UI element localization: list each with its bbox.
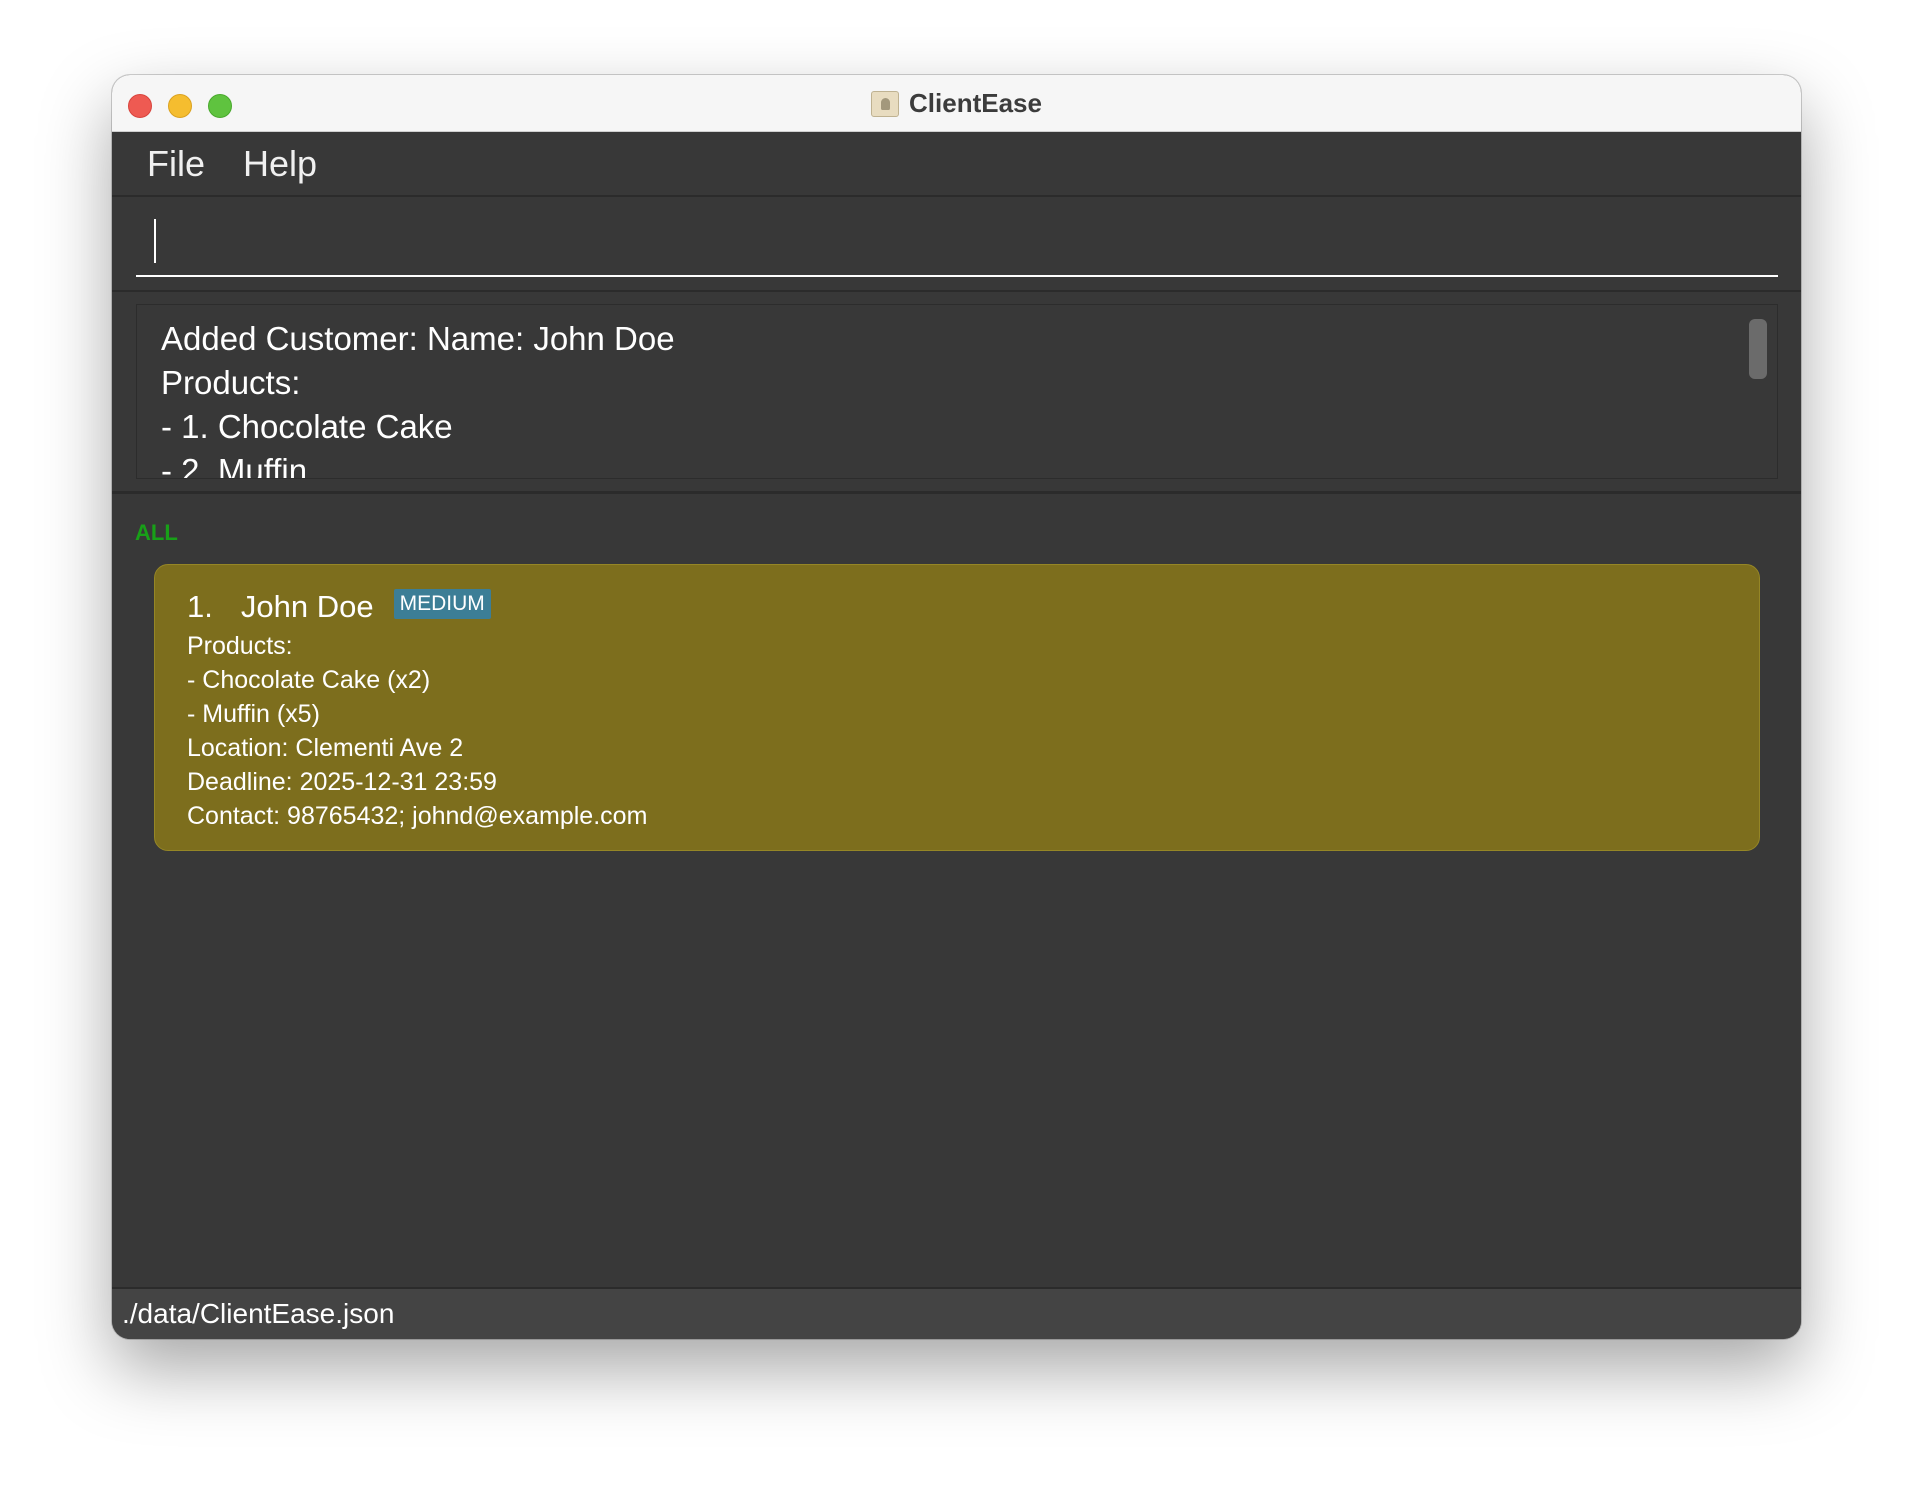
menu-bar: File Help xyxy=(112,132,1801,197)
text-cursor xyxy=(154,219,156,263)
address-book-icon xyxy=(871,90,900,117)
menu-help[interactable]: Help xyxy=(243,143,317,185)
window-title: ClientEase xyxy=(909,88,1042,118)
customer-product-item: - Muffin (x5) xyxy=(187,700,320,728)
result-display-panel: Added Customer: Name: John Doe Products:… xyxy=(112,292,1801,494)
filter-label: ALL xyxy=(135,520,178,545)
result-line: - 2. Muffin xyxy=(161,452,308,479)
status-bar: ./data/ClientEase.json xyxy=(112,1287,1801,1339)
result-display[interactable]: Added Customer: Name: John Doe Products:… xyxy=(136,304,1778,479)
command-input[interactable] xyxy=(136,217,1778,277)
priority-badge: MEDIUM xyxy=(393,589,491,619)
customer-deadline: Deadline: 2025-12-31 23:59 xyxy=(187,768,497,796)
command-box xyxy=(112,197,1801,292)
customer-index: 1. xyxy=(187,589,213,624)
save-file-path: ./data/ClientEase.json xyxy=(122,1298,395,1329)
title-bar: ClientEase xyxy=(112,75,1801,132)
customer-name: John Doe xyxy=(240,589,374,624)
result-line: Added Customer: Name: John Doe xyxy=(161,320,675,357)
menu-file[interactable]: File xyxy=(147,143,205,185)
customer-list-panel: ALL 1. John Doe MEDIUM Products: - Choco… xyxy=(112,494,1801,1281)
customer-products-label: Products: xyxy=(187,632,293,660)
customer-card-header: 1. John Doe MEDIUM xyxy=(187,585,1759,629)
app-window: ClientEase File Help Added Customer: Nam… xyxy=(112,75,1801,1339)
result-line: - 1. Chocolate Cake xyxy=(161,408,453,445)
result-line: Products: xyxy=(161,364,301,401)
customer-card[interactable]: 1. John Doe MEDIUM Products: - Chocolate… xyxy=(154,564,1760,851)
window-title-group: ClientEase xyxy=(112,75,1801,132)
customer-product-item: - Chocolate Cake (x2) xyxy=(187,666,431,694)
customer-location: Location: Clementi Ave 2 xyxy=(187,734,464,762)
customer-contact: Contact: 98765432; johnd@example.com xyxy=(187,802,648,830)
result-scrollbar[interactable] xyxy=(1749,319,1767,379)
